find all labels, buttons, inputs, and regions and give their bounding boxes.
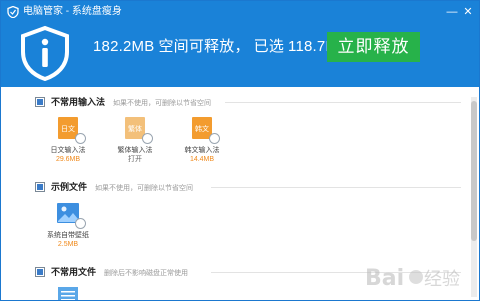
section-input-methods: 不常用输入法 如果不使用，可删除以节省空间 日文 日文输入法 29.6MB 繁体 … (35, 96, 461, 176)
section-title: 示例文件 如果不使用，可删除以节省空间 (51, 181, 193, 195)
baidu-watermark-logo: Bai 经验 (365, 266, 460, 291)
release-now-button[interactable]: 立即释放 (327, 32, 420, 62)
item-name: 韩文输入法 (184, 147, 220, 154)
item-size: 14.4MB (189, 156, 215, 163)
window-title: 电脑管家 - 系统盘瘦身 (23, 6, 122, 17)
svg-text:Bai: Bai (365, 266, 404, 291)
list-item[interactable]: 日文 日文输入法 29.6MB (35, 116, 101, 164)
section-description: 删除后不影响磁盘正常使用 (104, 270, 189, 277)
selected-label: 已选 (253, 38, 285, 55)
divider (225, 102, 461, 103)
list-item[interactable]: 系统自带壁纸 2.5MB (35, 201, 101, 249)
item-select-radio[interactable] (75, 133, 86, 144)
document-icon[interactable] (56, 286, 80, 300)
freeable-size: 182.2MB (93, 38, 155, 55)
svg-text:日文: 日文 (61, 124, 75, 133)
list-item[interactable] (35, 286, 101, 300)
item-open-link[interactable]: 打开 (102, 155, 168, 164)
freeable-label: 空间可释放， (158, 38, 250, 55)
section-title-text: 示例文件 (51, 182, 88, 192)
traditional-ime-icon[interactable]: 繁体 (123, 116, 153, 144)
item-select-radio[interactable] (142, 133, 153, 144)
info-shield-icon (21, 25, 69, 81)
scrollbar-thumb[interactable] (471, 101, 477, 241)
item-name: 繁体输入法 (117, 147, 153, 154)
section-checkbox[interactable] (35, 182, 45, 192)
svg-text:经验: 经验 (424, 269, 460, 290)
section-checkbox[interactable] (35, 267, 45, 277)
item-size: 29.6MB (55, 156, 81, 163)
title-bar: 电脑管家 - 系统盘瘦身 — ✕ (1, 1, 479, 23)
item-select-radio[interactable] (75, 218, 86, 229)
section-sample-files: 示例文件 如果不使用，可删除以节省空间 系统自带壁纸 2.5MB (35, 181, 461, 261)
space-summary: 182.2MB 空间可释放， 已选 118.7MB (93, 37, 352, 57)
close-button[interactable]: ✕ (461, 5, 475, 19)
item-name: 系统自带壁纸 (47, 232, 89, 239)
section-header: 不常用输入法 如果不使用，可删除以节省空间 (35, 96, 461, 110)
section-checkbox[interactable] (35, 97, 45, 107)
section-description: 如果不使用，可删除以节省空间 (95, 185, 194, 192)
section-description: 如果不使用，可删除以节省空间 (113, 100, 212, 107)
header-banner: 电脑管家 - 系统盘瘦身 — ✕ 182.2MB 空间可释放， 已选 118.7MB … (1, 1, 479, 87)
minimize-button[interactable]: — (445, 5, 459, 19)
shield-logo-icon (7, 6, 19, 18)
item-name: 日文输入法 (50, 147, 86, 154)
item-size: 2.5MB (57, 241, 79, 248)
list-item[interactable]: 韩文 韩文输入法 14.4MB (169, 116, 235, 164)
japanese-ime-icon[interactable]: 日文 (56, 116, 86, 144)
section-title: 不常用文件 删除后不影响磁盘正常使用 (51, 266, 188, 280)
section-title-text: 不常用输入法 (51, 97, 106, 107)
svg-text:韩文: 韩文 (195, 124, 209, 133)
list-item[interactable]: 繁体 繁体输入法 打开 (102, 116, 168, 164)
section-title: 不常用输入法 如果不使用，可删除以节省空间 (51, 96, 211, 110)
section-title-text: 不常用文件 (51, 267, 97, 277)
app-window: 电脑管家 - 系统盘瘦身 — ✕ 182.2MB 空间可释放， 已选 118.7MB … (0, 0, 480, 301)
image-icon[interactable] (56, 201, 86, 229)
section-header: 示例文件 如果不使用，可删除以节省空间 (35, 181, 461, 195)
korean-ime-icon[interactable]: 韩文 (190, 116, 220, 144)
divider (211, 187, 461, 188)
item-select-radio[interactable] (209, 133, 220, 144)
svg-text:繁体: 繁体 (128, 124, 142, 133)
